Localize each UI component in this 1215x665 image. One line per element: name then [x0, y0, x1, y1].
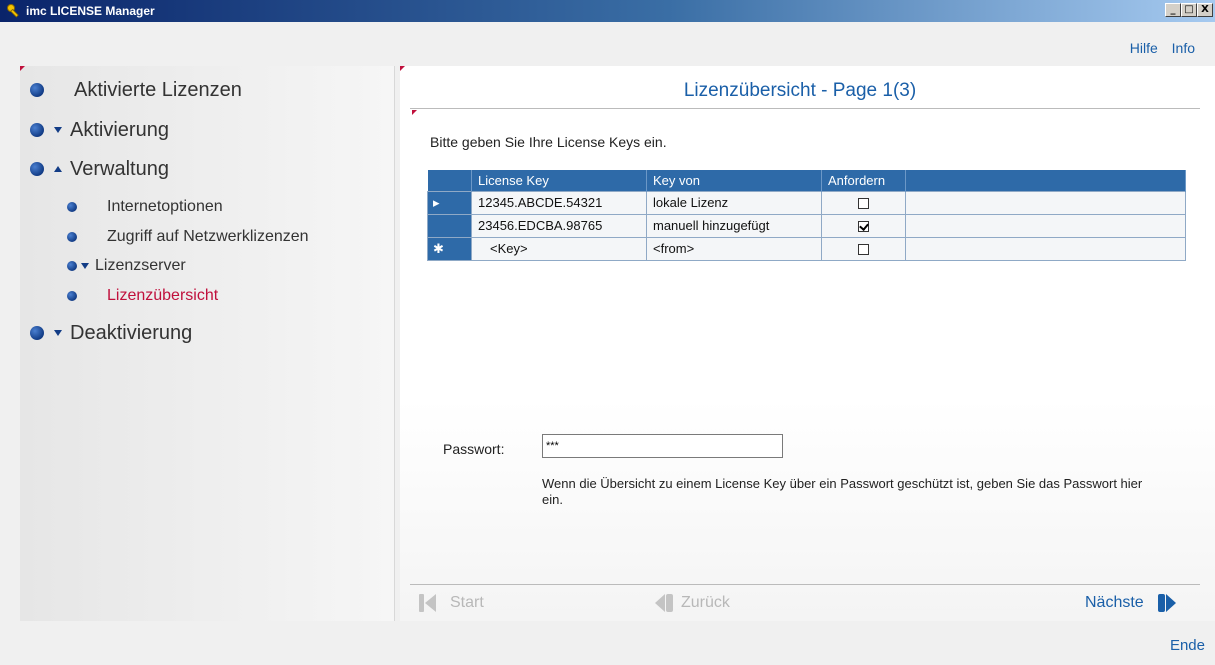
corner-marker	[412, 110, 417, 115]
bullet-icon	[67, 291, 77, 301]
sidebar-item-aktivierte-lizenzen[interactable]: Aktivierte Lizenzen	[30, 76, 242, 104]
chevron-up-icon	[54, 166, 62, 172]
column-header-empty	[905, 170, 1186, 191]
sidebar-item-label: Verwaltung	[70, 157, 169, 180]
end-link[interactable]: Ende	[1170, 637, 1205, 654]
key-icon	[7, 4, 19, 18]
sidebar: Aktivierte Lizenzen Aktivierung Verwaltu…	[20, 66, 395, 621]
sidebar-item-verwaltung[interactable]: Verwaltung	[30, 155, 169, 183]
corner-marker	[20, 66, 25, 71]
request-checkbox[interactable]	[858, 198, 869, 210]
request-cell	[821, 236, 906, 261]
table-corner-header	[427, 170, 472, 191]
sidebar-item-label: Zugriff auf Netzwerklizenzen	[107, 228, 309, 245]
bullet-icon	[67, 202, 77, 212]
empty-cell	[905, 190, 1186, 215]
sidebar-item-aktivierung[interactable]: Aktivierung	[30, 116, 169, 144]
bullet-icon	[30, 83, 44, 97]
license-key-cell[interactable]: 23456.EDCBA.98765	[471, 213, 647, 238]
sidebar-item-label: Aktivierung	[70, 118, 169, 141]
page-title: Lizenzübersicht - Page 1(3)	[683, 80, 917, 101]
bullet-icon	[30, 123, 44, 137]
password-label: Passwort:	[443, 441, 505, 457]
bullet-icon	[67, 232, 77, 242]
column-header-key-von[interactable]: Key von	[646, 170, 822, 191]
window-titlebar[interactable]: imc LICENSE Manager _ □ X	[0, 0, 1215, 22]
instruction-text: Bitte geben Sie Ihre License Keys ein.	[430, 134, 667, 150]
password-input[interactable]	[542, 434, 783, 458]
new-row-icon[interactable]: ✱	[427, 236, 472, 261]
next-button[interactable]: Nächste	[1085, 590, 1178, 616]
empty-cell	[905, 213, 1186, 238]
back-label: Zurück	[681, 594, 730, 611]
sidebar-item-lizenzuebersicht[interactable]: Lizenzübersicht	[67, 285, 218, 307]
row-selector[interactable]	[427, 213, 472, 238]
chevron-down-icon	[54, 330, 62, 336]
start-button[interactable]: Start	[418, 590, 484, 616]
bullet-icon	[30, 162, 44, 176]
chevron-down-icon	[54, 127, 62, 133]
skip-to-start-icon	[419, 594, 436, 612]
bullet-icon	[67, 261, 77, 271]
help-link[interactable]: Hilfe	[1130, 40, 1158, 56]
license-table[interactable]: License Key Key von Anfordern ▸ 12345.AB…	[427, 170, 1186, 261]
table-row[interactable]: ▸ 12345.ABCDE.54321 lokale Lizenz	[427, 190, 1186, 215]
maximize-button[interactable]: □	[1181, 3, 1197, 17]
column-header-license-key[interactable]: License Key	[471, 170, 647, 191]
column-header-anfordern[interactable]: Anfordern	[821, 170, 906, 191]
sidebar-item-lizenzserver[interactable]: Lizenzserver	[67, 255, 186, 277]
sidebar-item-label: Lizenzübersicht	[107, 287, 219, 304]
navigation-divider	[410, 584, 1200, 585]
empty-cell	[905, 236, 1186, 261]
license-key-cell[interactable]: 12345.ABCDE.54321	[471, 190, 647, 215]
sidebar-item-label: Deaktivierung	[70, 321, 193, 344]
window-title: imc LICENSE Manager	[26, 4, 155, 18]
key-from-cell[interactable]: <from>	[646, 236, 822, 261]
sidebar-item-label: Aktivierte Lizenzen	[74, 78, 242, 101]
main-panel: Lizenzübersicht - Page 1(3) Bitte geben …	[400, 66, 1215, 621]
back-button[interactable]: Zurück	[653, 590, 730, 616]
top-links: Hilfe Info	[1120, 40, 1195, 56]
chevron-down-icon	[81, 263, 89, 269]
sidebar-item-deaktivierung[interactable]: Deaktivierung	[30, 319, 192, 347]
corner-marker	[400, 66, 405, 71]
license-key-cell[interactable]: <Key>	[471, 236, 647, 261]
table-row-new[interactable]: ✱ <Key> <from>	[427, 236, 1186, 261]
row-selector-current[interactable]: ▸	[427, 190, 472, 215]
next-icon	[1157, 594, 1176, 612]
close-button[interactable]: X	[1197, 3, 1213, 17]
request-cell	[821, 190, 906, 215]
password-hint: Wenn die Übersicht zu einem License Key …	[542, 476, 1143, 507]
sidebar-item-internetoptionen[interactable]: Internetoptionen	[67, 196, 223, 218]
next-label: Nächste	[1085, 594, 1144, 611]
table-row[interactable]: 23456.EDCBA.98765 manuell hinzugefügt	[427, 213, 1186, 238]
start-label: Start	[450, 594, 484, 611]
request-checkbox-checked[interactable]	[858, 221, 869, 233]
minimize-button[interactable]: _	[1165, 3, 1181, 17]
title-divider	[410, 108, 1200, 109]
sidebar-item-label: Lizenzserver	[95, 257, 186, 274]
sidebar-item-zugriff-netzwerklizenzen[interactable]: Zugriff auf Netzwerklizenzen	[67, 226, 309, 248]
back-icon	[655, 594, 673, 612]
request-cell	[821, 213, 906, 238]
bullet-icon	[30, 326, 44, 340]
request-checkbox[interactable]	[858, 244, 869, 256]
info-link[interactable]: Info	[1172, 40, 1195, 56]
key-from-cell[interactable]: manuell hinzugefügt	[646, 213, 822, 238]
key-from-cell[interactable]: lokale Lizenz	[646, 190, 822, 215]
sidebar-item-label: Internetoptionen	[107, 198, 223, 215]
